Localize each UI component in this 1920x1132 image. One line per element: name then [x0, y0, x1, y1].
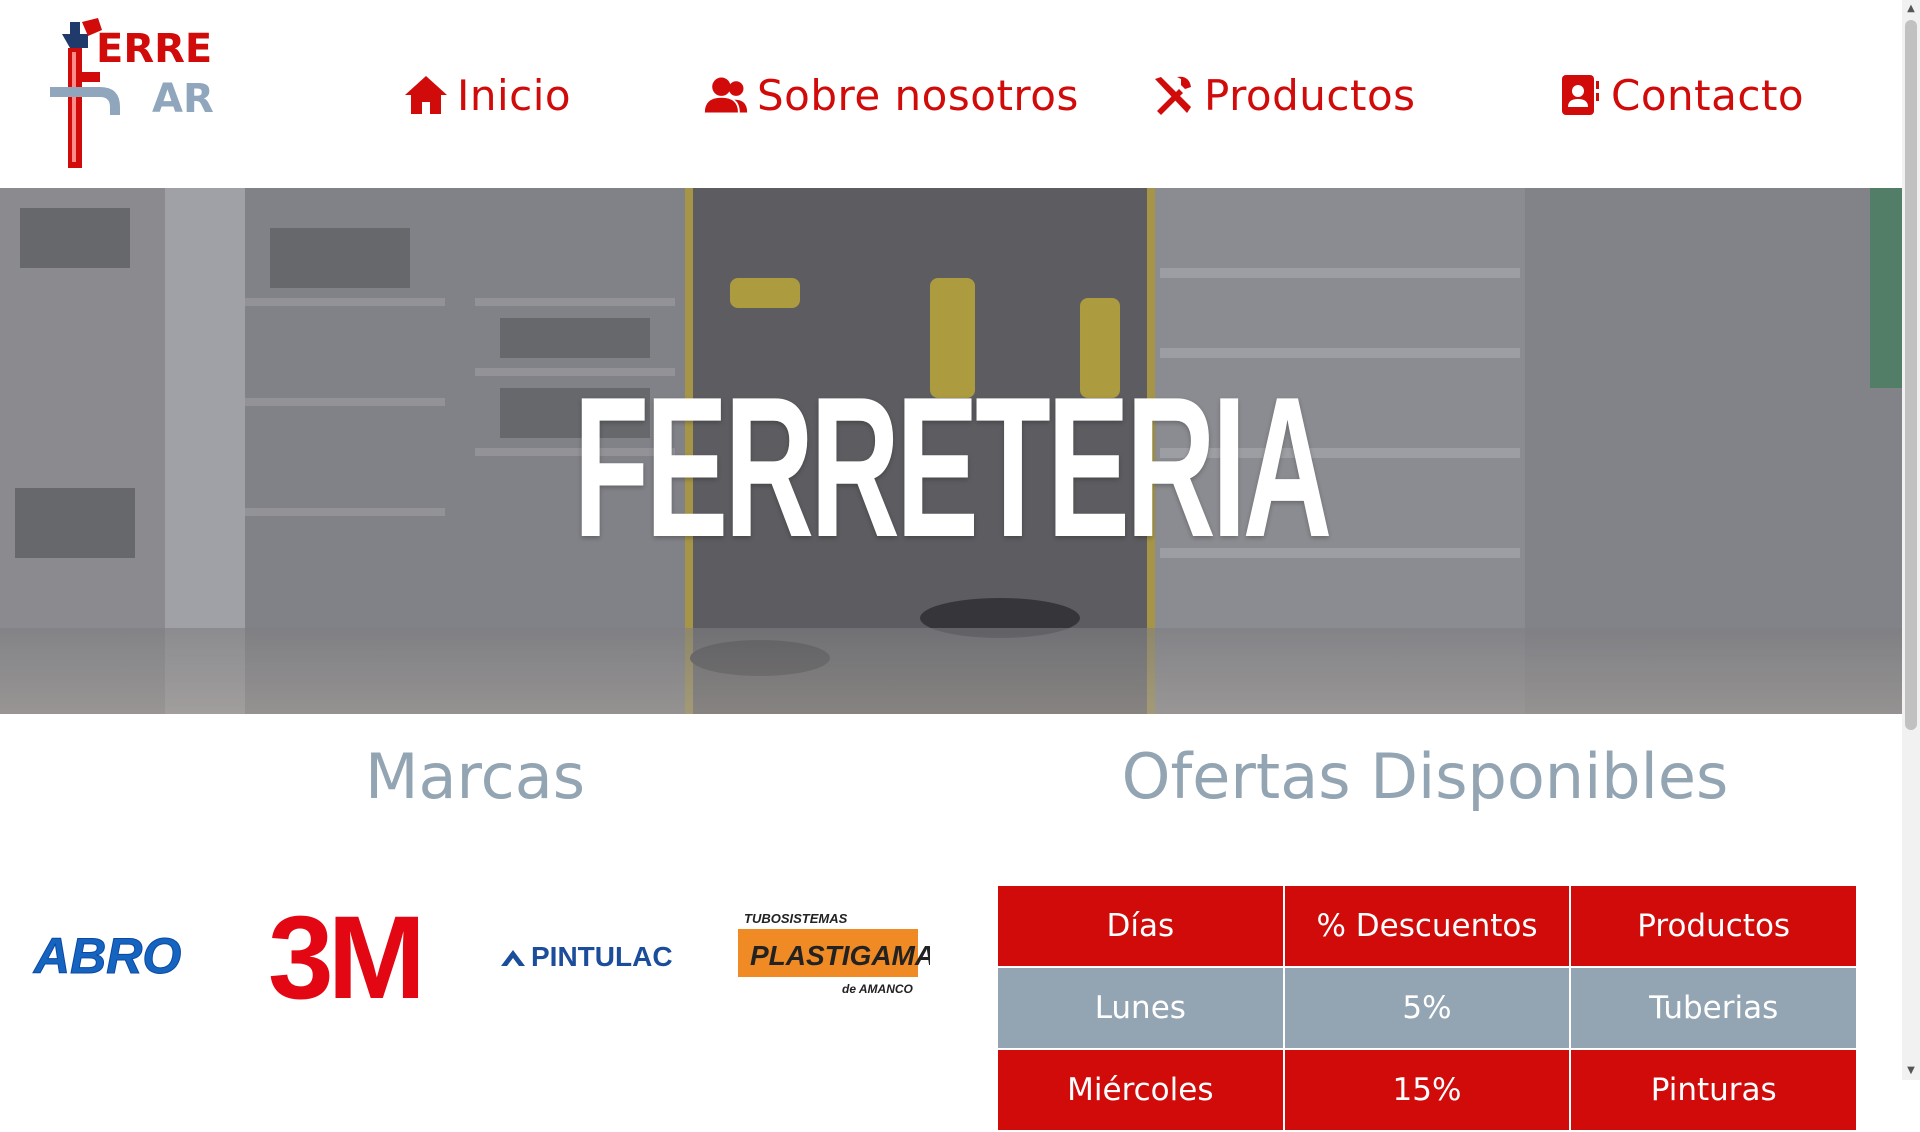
- nav-label: Contacto: [1611, 70, 1805, 120]
- table-cell: Tuberias: [1569, 966, 1858, 1050]
- svg-text:TUBOSISTEMAS: TUBOSISTEMAS: [744, 911, 848, 926]
- offers-table: Días % Descuentos Productos Lunes 5% Tub…: [996, 884, 1858, 1132]
- scroll-down-arrow-icon[interactable]: ▼: [1902, 1062, 1920, 1080]
- brands-title: Marcas: [365, 740, 585, 813]
- table-header: Días: [996, 884, 1285, 968]
- nav-label: Inicio: [457, 70, 572, 120]
- nav-inicio[interactable]: Inicio: [403, 60, 571, 130]
- table-cell: Miércoles: [996, 1048, 1285, 1132]
- tools-icon: [1150, 72, 1196, 118]
- svg-text:de AMANCO: de AMANCO: [842, 982, 914, 996]
- site-header: ERRE AR Inicio Sobre nosotros Productos: [0, 0, 1902, 188]
- main-nav: Inicio Sobre nosotros Productos Contacto: [0, 60, 1902, 130]
- svg-text:PINTULAC: PINTULAC: [531, 941, 673, 972]
- brand-pintulac-logo[interactable]: PINTULAC: [495, 900, 695, 1010]
- table-header: Productos: [1569, 884, 1858, 968]
- scroll-thumb[interactable]: [1905, 20, 1917, 730]
- table-cell: 15%: [1282, 1048, 1572, 1132]
- svg-text:3M: 3M: [268, 900, 420, 1010]
- users-icon: [703, 72, 749, 118]
- hero-banner: FERRETERIA: [0, 188, 1902, 714]
- svg-text:PLASTIGAMA: PLASTIGAMA: [750, 940, 930, 971]
- table-cell: 5%: [1282, 966, 1572, 1050]
- offers-title: Ofertas Disponibles: [1121, 740, 1729, 813]
- table-row: Miércoles 15% Pinturas: [996, 1048, 1858, 1132]
- table-row: Lunes 5% Tuberias: [996, 966, 1858, 1050]
- brand-3m-logo[interactable]: 3M: [260, 900, 460, 1010]
- home-icon: [403, 72, 449, 118]
- scroll-up-arrow-icon[interactable]: ▲: [1902, 0, 1920, 18]
- brand-plastigama-logo[interactable]: TUBOSISTEMAS PLASTIGAMA de AMANCO: [730, 900, 930, 1010]
- table-header-row: Días % Descuentos Productos: [996, 884, 1858, 968]
- page-scrollbar[interactable]: ▲ ▼: [1902, 0, 1920, 1080]
- nav-productos[interactable]: Productos: [1150, 60, 1416, 130]
- contact-card-icon: [1557, 72, 1603, 118]
- nav-label: Productos: [1204, 70, 1416, 120]
- svg-text:ABRO: ABRO: [32, 928, 181, 984]
- hero-title: FERRETERIA: [573, 356, 1332, 579]
- brand-abro-logo[interactable]: ABRO: [25, 900, 225, 1010]
- table-header: % Descuentos: [1282, 884, 1572, 968]
- brands-logos: ABRO 3M PINTULAC TUBOSISTEMAS PLASTIGAMA…: [25, 900, 931, 1010]
- table-cell: Pinturas: [1569, 1048, 1858, 1132]
- table-cell: Lunes: [996, 966, 1285, 1050]
- nav-contacto[interactable]: Contacto: [1557, 60, 1804, 130]
- nav-sobre-nosotros[interactable]: Sobre nosotros: [703, 60, 1079, 130]
- nav-label: Sobre nosotros: [757, 70, 1079, 120]
